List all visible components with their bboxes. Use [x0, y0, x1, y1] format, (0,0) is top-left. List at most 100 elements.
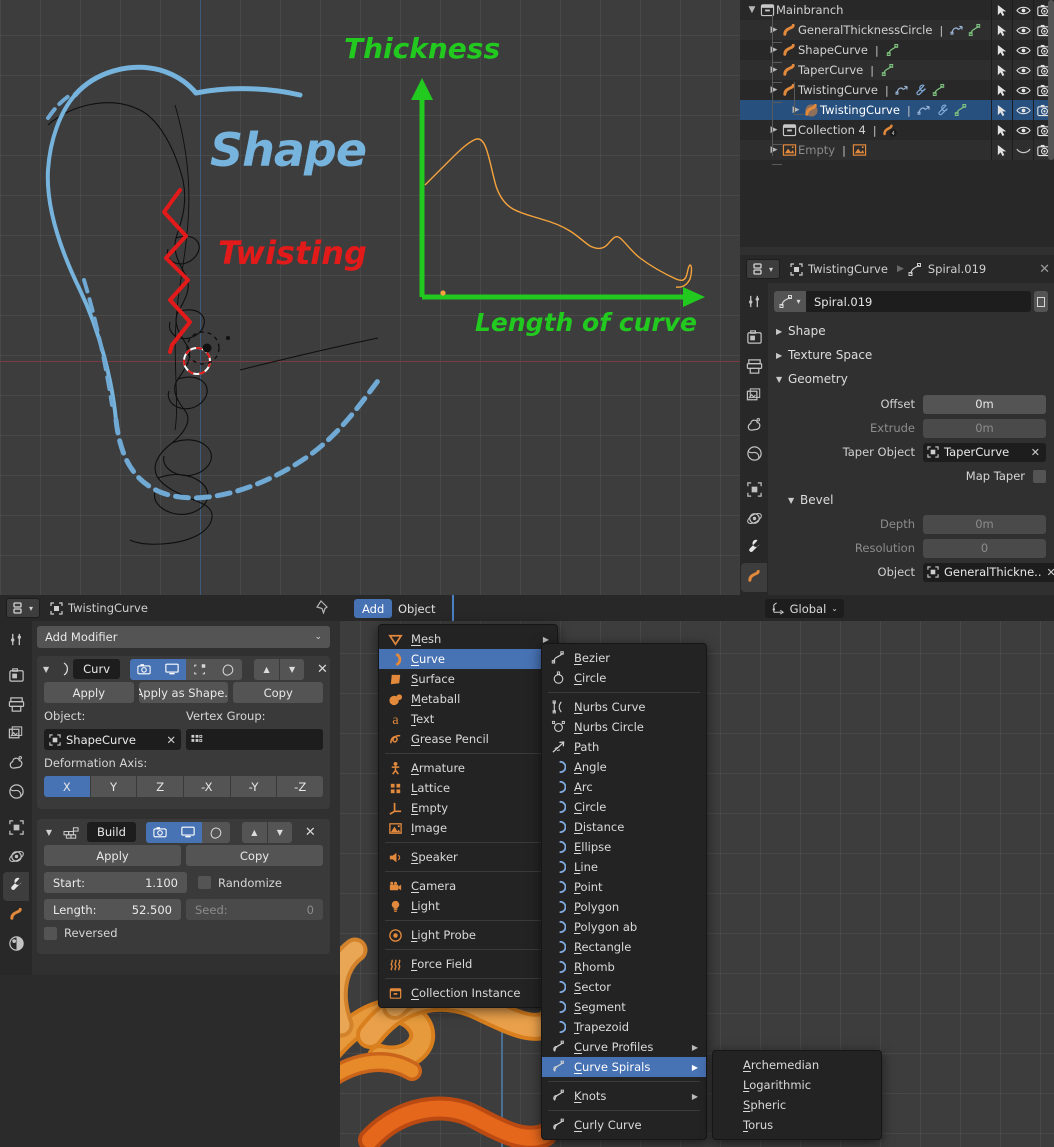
realtime-toggle[interactable] — [158, 658, 187, 680]
modifier-breadcrumb-object[interactable]: TwistingCurve — [50, 601, 148, 615]
chevron-right-icon[interactable]: ▶ — [768, 60, 780, 80]
chevron-right-icon[interactable]: ▶ — [768, 20, 780, 40]
menu-item-arc[interactable]: Arc — [542, 777, 706, 797]
copy-button[interactable]: Copy — [186, 845, 323, 866]
outliner-row[interactable]: ▶ Empty | — [740, 140, 1054, 160]
remove-modifier-button[interactable]: ✕ — [302, 825, 319, 840]
menu-item-mesh[interactable]: Mesh ▶ — [379, 629, 557, 649]
cursor-select-icon[interactable] — [991, 80, 1012, 100]
properties-editor[interactable]: ▾ TwistingCurve ▶ Spiral.019 ✕ ▾ Spiral.… — [740, 255, 1054, 595]
curve-submenu-popup[interactable]: Bezier Circle Nurbs Curve Nurbs Circle P… — [541, 643, 707, 1140]
menu-item-sector[interactable]: Sector — [542, 977, 706, 997]
on-cage-toggle[interactable] — [214, 658, 243, 680]
menu-item-polygon[interactable]: Polygon — [542, 897, 706, 917]
modifier-curve[interactable]: ▼ Curv ▲ ▼ ✕ Apply Apply as Shape.. Copy… — [37, 656, 330, 809]
chevron-right-icon[interactable]: ▶ — [768, 140, 780, 160]
transform-orientation-dropdown[interactable]: Global ⌄ — [764, 599, 844, 618]
outliner-row-controls[interactable] — [991, 60, 1054, 80]
move-up-button[interactable]: ▲ — [254, 658, 280, 680]
curve-datablock-picker-icon[interactable]: ▾ — [774, 291, 806, 312]
panel-bevel[interactable]: ▼ Bevel — [768, 489, 1054, 511]
editor-type-selector-icon[interactable]: ▾ — [6, 598, 40, 618]
outliner-row[interactable]: ▶ TwistingCurve | — [740, 100, 1054, 120]
menu-item-polygon-ab[interactable]: Polygon ab — [542, 917, 706, 937]
randomize-row[interactable]: Randomize — [192, 872, 323, 893]
eye-visibility-icon[interactable] — [1012, 60, 1033, 80]
chevron-right-icon[interactable]: ▶ — [768, 80, 780, 100]
bevel-resolution-field[interactable]: 0 — [923, 538, 1046, 558]
properties-tab-strip[interactable] — [740, 283, 768, 595]
menu-item-nurbs-curve[interactable]: Nurbs Curve — [542, 697, 706, 717]
taper-object-field[interactable]: TaperCurve ✕ — [923, 442, 1046, 462]
curve-data-icon[interactable] — [966, 20, 984, 40]
outliner-row-controls[interactable] — [991, 40, 1054, 60]
axis-button-Y[interactable]: Y — [90, 776, 138, 797]
clear-taper-object-icon[interactable]: ✕ — [1031, 446, 1042, 459]
move-down-button[interactable]: ▼ — [266, 821, 292, 843]
modifier-build-header[interactable]: ▼ Build ▲ ▼ ✕ — [37, 819, 330, 845]
chevron-right-icon[interactable]: ▶ — [768, 40, 780, 60]
bottom-viewport-header[interactable]: Add Object Global ⌄ — [340, 595, 1054, 621]
axis-button-negX[interactable]: -X — [184, 776, 231, 797]
menu-item-spheric[interactable]: Spheric — [713, 1095, 881, 1115]
modifier-curve-name[interactable]: Curv — [73, 659, 121, 679]
curve-data-icon[interactable] — [879, 60, 897, 80]
animation-icon[interactable] — [916, 100, 934, 120]
chevron-down-icon[interactable]: ▼ — [43, 665, 49, 674]
clear-object-icon[interactable]: ✕ — [166, 733, 176, 747]
curve-spirals-submenu-popup[interactable]: Archemedian Logarithmic Spheric Torus — [712, 1050, 882, 1140]
add-modifier-dropdown[interactable]: Add Modifier ⌄ — [37, 626, 330, 648]
menu-add[interactable]: Add — [354, 599, 393, 618]
properties-tab-world-icon[interactable] — [741, 440, 767, 469]
apply-as-shape-button[interactable]: Apply as Shape.. — [138, 682, 229, 703]
menu-item-trapezoid[interactable]: Trapezoid — [542, 1017, 706, 1037]
menu-item-lattice[interactable]: Lattice — [379, 778, 557, 798]
offset-field[interactable]: 0m — [923, 394, 1046, 414]
cursor-select-icon[interactable] — [991, 60, 1012, 80]
curve-data-icon[interactable] — [930, 80, 948, 100]
properties-tab-modifier-wrench-icon[interactable] — [741, 534, 767, 563]
image-empty-icon[interactable] — [851, 140, 869, 160]
cursor-select-icon[interactable] — [991, 20, 1012, 40]
viewport-3d[interactable]: Shape Twisting Thickness Length of curve — [0, 0, 740, 595]
outliner-row[interactable]: ▶ ShapeCurve | — [740, 40, 1054, 60]
map-taper-checkbox[interactable] — [1033, 469, 1046, 483]
modifier-tab-modifier-wrench-icon[interactable] — [3, 872, 29, 901]
panel-texture-space[interactable]: ▶ Texture Space — [768, 343, 1054, 367]
menu-item-curve-spirals[interactable]: Curve Spirals ▶ — [542, 1057, 706, 1077]
eye-visibility-icon[interactable] — [1012, 120, 1033, 140]
axis-button-X[interactable]: X — [44, 776, 91, 797]
edit-mode-toggle[interactable] — [201, 821, 230, 843]
menu-item-curly-curve[interactable]: Curly Curve — [542, 1115, 706, 1135]
modifier-properties-editor[interactable]: ▾ TwistingCurve Add Modifier ⌄ ▼ Curv ▲ … — [0, 595, 340, 975]
clear-bevel-object-icon[interactable]: ✕ — [1047, 566, 1054, 579]
menu-item-force-field[interactable]: Force Field▶ — [379, 954, 557, 974]
curve-data-icon[interactable] — [884, 40, 902, 60]
vertex-group-field[interactable] — [186, 729, 323, 750]
menu-item-light[interactable]: Light▶ — [379, 896, 557, 916]
render-toggle[interactable] — [145, 821, 174, 843]
breadcrumb-curvedata[interactable]: Spiral.019 — [908, 262, 986, 276]
menu-item-armature[interactable]: Armature▶ — [379, 758, 557, 778]
modifier-tab-scene-icon[interactable] — [3, 749, 29, 778]
datablock-name-field[interactable]: Spiral.019 — [806, 291, 1031, 312]
menu-item-archemedian[interactable]: Archemedian — [713, 1055, 881, 1075]
modifier-build[interactable]: ▼ Build ▲ ▼ ✕ Apply Copy Start: 1.100 Ra… — [37, 819, 330, 954]
outliner-row[interactable]: ▶ Collection 4 | 4 — [740, 120, 1054, 140]
outliner-editor[interactable]: ▼ Mainbranch ▶ GeneralThicknessCircle | ▶ S… — [740, 0, 1054, 255]
modifier-tab-physics-icon[interactable] — [3, 843, 29, 872]
menu-item-curve[interactable]: Curve▶ — [379, 649, 557, 669]
outliner-row-controls[interactable] — [991, 20, 1054, 40]
properties-tab-scene-icon[interactable] — [741, 411, 767, 440]
cursor-select-icon[interactable] — [991, 40, 1012, 60]
menu-item-nurbs-circle[interactable]: Nurbs Circle — [542, 717, 706, 737]
properties-tab-object-icon[interactable] — [741, 476, 767, 505]
menu-item-path[interactable]: Path — [542, 737, 706, 757]
modifier-tab-world-icon[interactable] — [3, 778, 29, 807]
render-toggle[interactable] — [130, 658, 159, 680]
menu-item-empty[interactable]: Empty▶ — [379, 798, 557, 818]
menu-item-rectangle[interactable]: Rectangle — [542, 937, 706, 957]
outliner-row-controls[interactable] — [991, 120, 1054, 140]
modifier-curve-header[interactable]: ▼ Curv ▲ ▼ ✕ — [37, 656, 330, 682]
bevel-object-field[interactable]: GeneralThickne.. ✕ — [923, 562, 1054, 582]
